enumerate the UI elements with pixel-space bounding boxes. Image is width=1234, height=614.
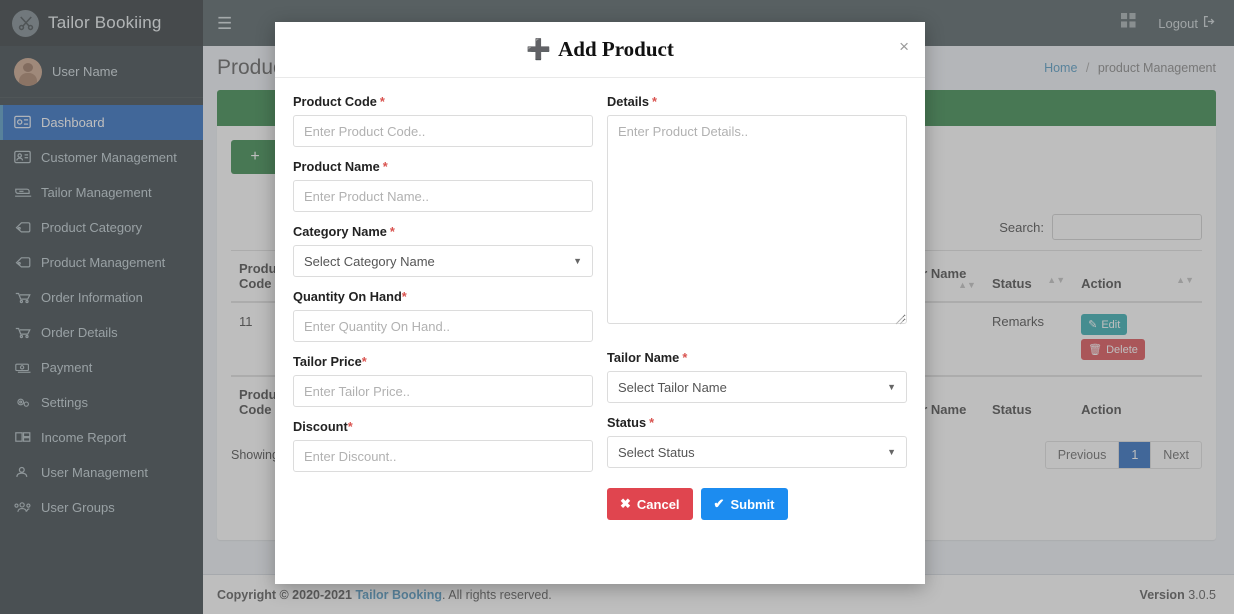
modal-title: ➕ Add Product <box>526 37 674 62</box>
field-details: Details * <box>607 94 907 329</box>
status-label: Status * <box>607 415 655 430</box>
add-product-modal: ➕ Add Product × Product Code* Product Na… <box>275 22 925 584</box>
product-name-label: Product Name * <box>293 159 388 174</box>
submit-button[interactable]: ✔ Submit <box>700 488 788 520</box>
modal-header: ➕ Add Product × <box>275 22 925 78</box>
quantity-on-hand-label: Quantity On Hand* <box>293 289 407 304</box>
details-textarea[interactable] <box>607 115 907 324</box>
required-marker: * <box>649 415 655 430</box>
field-discount: Discount* <box>293 419 593 472</box>
status-selected-value: Select Status <box>618 444 695 460</box>
modal-left-column: Product Code* Product Name* Category Nam… <box>293 94 593 584</box>
discount-label: Discount* <box>293 419 353 434</box>
chevron-down-icon: ▼ <box>887 382 896 392</box>
product-code-input[interactable] <box>293 115 593 147</box>
tailor-name-label: Tailor Name * <box>607 350 688 365</box>
field-tailor-price: Tailor Price* <box>293 354 593 407</box>
product-code-label: Product Code * <box>293 94 385 109</box>
modal-actions: ✖ Cancel ✔ Submit <box>607 488 907 520</box>
plus-icon: ➕ <box>526 39 552 61</box>
category-name-selected-value: Select Category Name <box>304 253 435 269</box>
modal-body: Product Code* Product Name* Category Nam… <box>275 78 925 584</box>
required-marker: * <box>382 159 388 174</box>
required-marker: * <box>347 419 353 434</box>
field-product-code: Product Code * <box>293 94 593 147</box>
field-category-name: Category Name * Select Category Name ▼ <box>293 224 593 277</box>
product-name-input[interactable] <box>293 180 593 212</box>
field-tailor-name: Tailor Name * Select Tailor Name ▼ <box>607 350 907 403</box>
required-marker: * <box>361 354 367 369</box>
field-quantity-on-hand: Quantity On Hand* <box>293 289 593 342</box>
submit-label: Submit <box>730 496 775 512</box>
tailor-price-input[interactable] <box>293 375 593 407</box>
details-textarea-wrapper <box>607 115 907 329</box>
tailor-name-selected-value: Select Tailor Name <box>618 379 727 395</box>
chevron-down-icon: ▼ <box>887 447 896 457</box>
modal-title-text: Add Product <box>558 37 674 61</box>
tailor-name-select[interactable]: Select Tailor Name ▼ <box>607 371 907 403</box>
required-marker: * <box>682 350 688 365</box>
check-icon: ✔ <box>713 496 725 511</box>
status-select[interactable]: Select Status ▼ <box>607 436 907 468</box>
field-status: Status * Select Status ▼ <box>607 415 907 468</box>
category-name-select[interactable]: Select Category Name ▼ <box>293 245 593 277</box>
category-name-label: Category Name * <box>293 224 395 239</box>
required-marker: * <box>379 94 385 109</box>
details-label: Details * <box>607 94 657 109</box>
app-root: Tailor Bookiing User Name Dashboard Cust… <box>0 0 1234 614</box>
required-marker: * <box>389 224 395 239</box>
required-marker: * <box>401 289 407 304</box>
right-column-spacer <box>607 341 907 350</box>
times-icon: ✖ <box>620 496 631 511</box>
quantity-on-hand-input[interactable] <box>293 310 593 342</box>
tailor-price-label: Tailor Price* <box>293 354 367 369</box>
field-product-name: Product Name * <box>293 159 593 212</box>
discount-input[interactable] <box>293 440 593 472</box>
required-marker: * <box>651 94 657 109</box>
cancel-button[interactable]: ✖ Cancel <box>607 488 693 520</box>
close-icon[interactable]: × <box>899 38 909 55</box>
modal-right-column: Details* Tailor Name* Selec <box>607 94 907 584</box>
chevron-down-icon: ▼ <box>573 256 582 266</box>
cancel-label: Cancel <box>636 496 680 512</box>
